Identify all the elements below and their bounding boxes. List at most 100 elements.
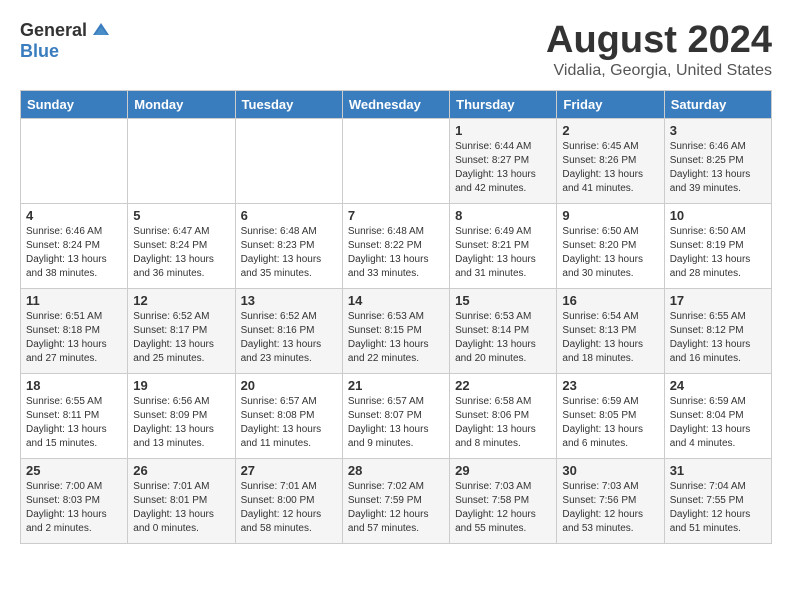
calendar-cell: 20Sunrise: 6:57 AM Sunset: 8:08 PM Dayli… [235, 373, 342, 458]
calendar-cell [128, 118, 235, 203]
calendar-cell: 12 Sunrise: 6:52 AM Sunset: 8:17 PM Dayli… [128, 288, 235, 373]
day-number: 22 [455, 378, 551, 393]
calendar-cell [235, 118, 342, 203]
day-number: 25 [26, 463, 122, 478]
calendar-cell: 29Sunrise: 7:03 AM Sunset: 7:58 PM Dayli… [450, 458, 557, 543]
day-number: 24 [670, 378, 766, 393]
calendar-cell: 18 Sunrise: 6:55 AM Sunset: 8:11 PM Dayli… [21, 373, 128, 458]
logo-blue-text: Blue [20, 41, 59, 61]
calendar-cell: 2Sunrise: 6:45 AM Sunset: 8:26 PM Daylig… [557, 118, 664, 203]
month-title: August 2024 [546, 20, 772, 62]
day-info: Sunrise: 6:46 AM Sunset: 8:25 PM Dayligh… [670, 140, 766, 196]
day-info: Sunrise: 7:03 AM Sunset: 7:56 PM Dayligh… [562, 480, 658, 536]
day-info: Sunrise: 6:55 AM Sunset: 8:11 PM Dayligh… [26, 395, 122, 451]
calendar-week-row: 4 Sunrise: 6:46 AM Sunset: 8:24 PM Daylig… [21, 203, 772, 288]
calendar-cell [21, 118, 128, 203]
day-info: Sunrise: 6:52 AM Sunset: 8:16 PM Dayligh… [241, 310, 337, 366]
day-info: Sunrise: 6:53 AM Sunset: 8:15 PM Dayligh… [348, 310, 444, 366]
calendar-cell: 9 Sunrise: 6:50 AM Sunset: 8:20 PM Daylig… [557, 203, 664, 288]
calendar-cell: 25 Sunrise: 7:00 AM Sunset: 8:03 PM Dayli… [21, 458, 128, 543]
weekday-header-tuesday: Tuesday [235, 90, 342, 118]
day-number: 27 [241, 463, 337, 478]
weekday-header-monday: Monday [128, 90, 235, 118]
calendar-week-row: 1 Sunrise: 6:44 AM Sunset: 8:27 PM Daylig… [21, 118, 772, 203]
calendar-cell: 3Sunrise: 6:46 AM Sunset: 8:25 PM Daylig… [664, 118, 771, 203]
day-info: Sunrise: 7:04 AM Sunset: 7:55 PM Dayligh… [670, 480, 766, 536]
day-number: 15 [455, 293, 551, 308]
calendar-cell: 26 Sunrise: 7:01 AM Sunset: 8:01 PM Dayli… [128, 458, 235, 543]
day-info: Sunrise: 6:55 AM Sunset: 8:12 PM Dayligh… [670, 310, 766, 366]
day-info: Sunrise: 6:52 AM Sunset: 8:17 PM Dayligh… [133, 310, 229, 366]
day-number: 9 [562, 208, 658, 223]
calendar-table: SundayMondayTuesdayWednesdayThursdayFrid… [20, 90, 772, 544]
day-info: Sunrise: 7:03 AM Sunset: 7:58 PM Dayligh… [455, 480, 551, 536]
day-info: Sunrise: 6:59 AM Sunset: 8:05 PM Dayligh… [562, 395, 658, 451]
day-number: 21 [348, 378, 444, 393]
calendar-cell: 24 Sunrise: 6:59 AM Sunset: 8:04 PM Dayli… [664, 373, 771, 458]
weekday-header-wednesday: Wednesday [342, 90, 449, 118]
day-info: Sunrise: 7:01 AM Sunset: 8:01 PM Dayligh… [133, 480, 229, 536]
day-number: 13 [241, 293, 337, 308]
day-number: 28 [348, 463, 444, 478]
day-info: Sunrise: 7:01 AM Sunset: 8:00 PM Dayligh… [241, 480, 337, 536]
logo-general-text: General [20, 20, 87, 41]
calendar-cell: 13 Sunrise: 6:52 AM Sunset: 8:16 PM Dayli… [235, 288, 342, 373]
day-number: 8 [455, 208, 551, 223]
day-info: Sunrise: 7:02 AM Sunset: 7:59 PM Dayligh… [348, 480, 444, 536]
day-number: 4 [26, 208, 122, 223]
day-number: 11 [26, 293, 122, 308]
logo: General Blue [20, 20, 111, 62]
day-info: Sunrise: 6:47 AM Sunset: 8:24 PM Dayligh… [133, 225, 229, 281]
day-number: 5 [133, 208, 229, 223]
day-number: 1 [455, 123, 551, 138]
calendar-cell: 6Sunrise: 6:48 AM Sunset: 8:23 PM Daylig… [235, 203, 342, 288]
weekday-header-friday: Friday [557, 90, 664, 118]
calendar-cell: 11 Sunrise: 6:51 AM Sunset: 8:18 PM Dayli… [21, 288, 128, 373]
calendar-cell: 23Sunrise: 6:59 AM Sunset: 8:05 PM Dayli… [557, 373, 664, 458]
title-section: August 2024 Vidalia, Georgia, United Sta… [546, 20, 772, 80]
calendar-cell: 28 Sunrise: 7:02 AM Sunset: 7:59 PM Dayli… [342, 458, 449, 543]
day-number: 7 [348, 208, 444, 223]
day-info: Sunrise: 6:46 AM Sunset: 8:24 PM Dayligh… [26, 225, 122, 281]
day-info: Sunrise: 6:57 AM Sunset: 8:07 PM Dayligh… [348, 395, 444, 451]
day-number: 18 [26, 378, 122, 393]
calendar-cell: 15 Sunrise: 6:53 AM Sunset: 8:14 PM Dayli… [450, 288, 557, 373]
day-info: Sunrise: 6:53 AM Sunset: 8:14 PM Dayligh… [455, 310, 551, 366]
day-number: 6 [241, 208, 337, 223]
day-info: Sunrise: 6:45 AM Sunset: 8:26 PM Dayligh… [562, 140, 658, 196]
day-number: 30 [562, 463, 658, 478]
day-info: Sunrise: 6:50 AM Sunset: 8:20 PM Dayligh… [562, 225, 658, 281]
calendar-cell: 8Sunrise: 6:49 AM Sunset: 8:21 PM Daylig… [450, 203, 557, 288]
day-number: 16 [562, 293, 658, 308]
day-number: 19 [133, 378, 229, 393]
calendar-cell: 1 Sunrise: 6:44 AM Sunset: 8:27 PM Daylig… [450, 118, 557, 203]
calendar-cell [342, 118, 449, 203]
day-info: Sunrise: 6:51 AM Sunset: 8:18 PM Dayligh… [26, 310, 122, 366]
day-info: Sunrise: 7:00 AM Sunset: 8:03 PM Dayligh… [26, 480, 122, 536]
day-number: 31 [670, 463, 766, 478]
calendar-cell: 5 Sunrise: 6:47 AM Sunset: 8:24 PM Daylig… [128, 203, 235, 288]
calendar-cell: 21 Sunrise: 6:57 AM Sunset: 8:07 PM Dayli… [342, 373, 449, 458]
day-number: 20 [241, 378, 337, 393]
day-info: Sunrise: 6:44 AM Sunset: 8:27 PM Dayligh… [455, 140, 551, 196]
calendar-cell: 17 Sunrise: 6:55 AM Sunset: 8:12 PM Dayli… [664, 288, 771, 373]
day-info: Sunrise: 6:56 AM Sunset: 8:09 PM Dayligh… [133, 395, 229, 451]
day-number: 26 [133, 463, 229, 478]
logo-icon [91, 21, 111, 41]
day-number: 12 [133, 293, 229, 308]
location-text: Vidalia, Georgia, United States [546, 62, 772, 80]
calendar-cell: 4 Sunrise: 6:46 AM Sunset: 8:24 PM Daylig… [21, 203, 128, 288]
calendar-cell: 16Sunrise: 6:54 AM Sunset: 8:13 PM Dayli… [557, 288, 664, 373]
day-number: 17 [670, 293, 766, 308]
day-number: 10 [670, 208, 766, 223]
calendar-cell: 7Sunrise: 6:48 AM Sunset: 8:22 PM Daylig… [342, 203, 449, 288]
calendar-cell: 22Sunrise: 6:58 AM Sunset: 8:06 PM Dayli… [450, 373, 557, 458]
day-info: Sunrise: 6:59 AM Sunset: 8:04 PM Dayligh… [670, 395, 766, 451]
calendar-cell: 27 Sunrise: 7:01 AM Sunset: 8:00 PM Dayli… [235, 458, 342, 543]
weekday-header-thursday: Thursday [450, 90, 557, 118]
weekday-header-saturday: Saturday [664, 90, 771, 118]
weekday-header-sunday: Sunday [21, 90, 128, 118]
day-info: Sunrise: 6:50 AM Sunset: 8:19 PM Dayligh… [670, 225, 766, 281]
calendar-week-row: 11 Sunrise: 6:51 AM Sunset: 8:18 PM Dayli… [21, 288, 772, 373]
calendar-cell: 31 Sunrise: 7:04 AM Sunset: 7:55 PM Dayli… [664, 458, 771, 543]
